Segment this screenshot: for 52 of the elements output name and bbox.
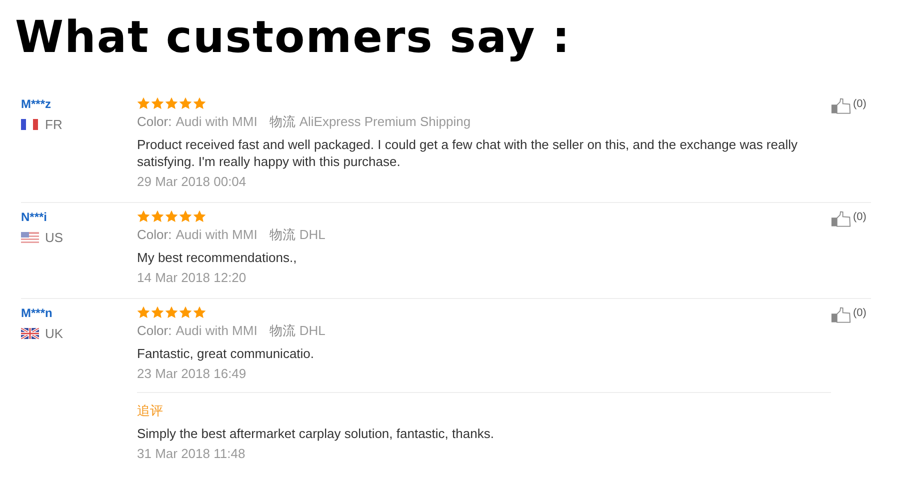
flag-icon	[21, 119, 39, 130]
country-code: US	[45, 230, 64, 245]
review-text: My best recommendations.,	[137, 249, 298, 266]
star-icon	[151, 96, 164, 110]
star-icon	[179, 96, 192, 110]
meta-value: DHL	[299, 227, 326, 242]
meta-value: DHL	[299, 323, 326, 338]
helpful-count: (0)	[853, 307, 866, 319]
meta-value: AliExpress Premium Shipping	[299, 114, 471, 129]
review-text: Product received fast and well packaged. I could get a few chat with the seller on this, and the exchange was really satisfying. I'm really happy with this purchase.	[137, 136, 798, 170]
star-icon	[179, 210, 192, 222]
star-icon	[193, 306, 206, 318]
meta-label: 物流	[269, 114, 296, 129]
review-date: 29 Mar 2018 00:04	[137, 174, 248, 190]
star-icon	[193, 210, 206, 222]
star-icon	[137, 306, 150, 318]
star-icon	[151, 210, 164, 222]
heading: What customers say :	[14, 11, 571, 65]
star-icon	[165, 306, 178, 318]
reviewer-name[interactable]: N***i	[21, 209, 48, 225]
helpful-count: (0)	[853, 98, 866, 110]
thumbs-up-icon[interactable]	[831, 307, 851, 323]
meta-label: Color:	[137, 323, 172, 338]
meta-label: Color:	[137, 227, 172, 242]
star-icon	[193, 96, 206, 110]
reviewer-name[interactable]: M***n	[21, 305, 52, 321]
star-icon	[165, 210, 178, 222]
country-code: FR	[45, 117, 62, 132]
reviewer-name[interactable]: M***z	[21, 96, 52, 112]
review-date: 31 Mar 2018 11:48	[137, 446, 246, 462]
star-icon	[179, 306, 192, 318]
review-date: 23 Mar 2018 16:49	[137, 366, 248, 382]
thumbs-up-icon[interactable]	[831, 98, 851, 114]
flag-icon	[21, 232, 39, 243]
meta-label: Color:	[137, 114, 172, 129]
star-icon	[137, 96, 150, 110]
meta-value: Audi with MMI	[176, 114, 258, 129]
meta-value: Audi with MMI	[176, 323, 258, 338]
review-text: Simply the best aftermarket carplay solution, fantastic, thanks.	[137, 425, 495, 442]
meta-value: Audi with MMI	[176, 227, 258, 242]
star-icon	[165, 96, 178, 110]
country-code: UK	[45, 326, 64, 341]
followup-label: 追评	[137, 403, 164, 419]
review-date: 14 Mar 2018 12:20	[137, 270, 248, 286]
meta-label: 物流	[269, 323, 296, 338]
thumbs-up-icon[interactable]	[831, 211, 851, 227]
star-icon	[151, 306, 164, 318]
review-text: Fantastic, great communicatio.	[137, 345, 316, 362]
flag-icon	[21, 328, 39, 339]
star-icon	[137, 210, 150, 222]
meta-label: 物流	[269, 227, 296, 242]
helpful-count: (0)	[853, 211, 866, 223]
